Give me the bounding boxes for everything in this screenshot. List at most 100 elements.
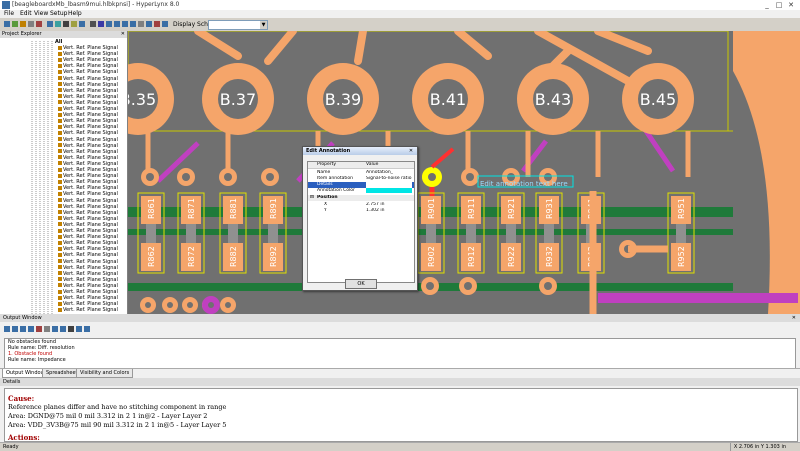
tree-item[interactable]: Vert. Ref. Plane Signal xyxy=(58,149,127,155)
dialog-close-icon[interactable]: ✕ xyxy=(407,147,415,155)
tree-item[interactable]: Vert. Ref. Plane Signal xyxy=(58,185,127,191)
display-scheme-select[interactable]: ▼ xyxy=(208,20,268,30)
tab-visibility-colors[interactable]: Visibility and Colors xyxy=(76,369,134,378)
output-tool-icon[interactable] xyxy=(4,326,10,332)
tree-item[interactable]: Vert. Ref. Plane Signal xyxy=(58,45,127,51)
tree-item[interactable]: Vert. Ref. Plane Signal xyxy=(58,265,127,271)
toolbar-tool-icon[interactable] xyxy=(20,21,26,27)
tree-item[interactable]: Vert. Ref. Plane Signal xyxy=(58,228,127,234)
tree-item[interactable]: Vert. Ref. Plane Signal xyxy=(58,295,127,301)
toolbar-tool-icon[interactable] xyxy=(114,21,120,27)
menu-file[interactable]: File xyxy=(4,10,14,18)
tree-item[interactable]: Vert. Ref. Plane Signal xyxy=(58,100,127,106)
output-tool-icon[interactable] xyxy=(36,326,42,332)
toolbar-tool-icon[interactable] xyxy=(106,21,112,27)
toolbar-tool-icon[interactable] xyxy=(90,21,96,27)
tree-item[interactable]: Vert. Ref. Plane Signal xyxy=(58,240,127,246)
tree-item[interactable]: Vert. Ref. Plane Signal xyxy=(58,252,127,258)
tree-item[interactable]: Vert. Ref. Plane Signal xyxy=(58,76,127,82)
tree-item[interactable]: Vert. Ref. Plane Signal xyxy=(58,222,127,228)
close-icon[interactable]: ✕ xyxy=(121,31,125,38)
tree-item[interactable]: Vert. Ref. Plane Signal xyxy=(58,63,127,69)
tree-item[interactable]: Vert. Ref. Plane Signal xyxy=(58,88,127,94)
tree-item[interactable]: Vert. Ref. Plane Signal xyxy=(58,69,127,75)
tree-item[interactable]: Vert. Ref. Plane Signal xyxy=(58,259,127,265)
tree-item[interactable]: Vert. Ref. Plane Signal xyxy=(58,173,127,179)
minimize-button[interactable]: _ xyxy=(762,1,772,9)
via-hole xyxy=(145,302,151,308)
pcb-drawing[interactable]: B.35 B.37 B.39 B.41 B.43 B.45 R861 R862 R871 R872… xyxy=(128,31,800,314)
collapse-icon[interactable]: ⊟ xyxy=(310,195,314,201)
maximize-button[interactable]: □ xyxy=(774,1,784,9)
tree-item[interactable]: Vert. Ref. Plane Signal xyxy=(58,82,127,88)
close-icon[interactable]: ✕ xyxy=(792,314,796,322)
toolbar-tool-icon[interactable] xyxy=(122,21,128,27)
grid-group-position[interactable]: ⊟ Position xyxy=(308,195,414,201)
tree-item[interactable]: Vert. Ref. Plane Signal xyxy=(58,301,127,307)
toolbar-tool-icon[interactable] xyxy=(55,21,61,27)
tree-item[interactable]: Vert. Ref. Plane Signal xyxy=(58,198,127,204)
toolbar-tool-icon[interactable] xyxy=(71,21,77,27)
toolbar-tool-icon[interactable] xyxy=(12,21,18,27)
output-tool-icon[interactable] xyxy=(44,326,50,332)
tree-item[interactable]: Vert. Ref. Plane Signal xyxy=(58,130,127,136)
toolbar-tool-icon[interactable] xyxy=(98,21,104,27)
tree-item[interactable]: Vert. Ref. Plane Signal xyxy=(58,234,127,240)
tree-item[interactable]: Vert. Ref. Plane Signal xyxy=(58,191,127,197)
tree-item[interactable]: Vert. Ref. Plane Signal xyxy=(58,179,127,185)
tree-item[interactable]: Vert. Ref. Plane Signal xyxy=(58,112,127,118)
output-tool-icon[interactable] xyxy=(28,326,34,332)
menu-view[interactable]: View xyxy=(34,10,48,18)
prop-value[interactable]: 1.302 in xyxy=(366,208,412,214)
menu-edit[interactable]: Edit xyxy=(20,10,32,18)
tree-item[interactable]: Vert. Ref. Plane Signal xyxy=(58,118,127,124)
close-button[interactable]: ✕ xyxy=(786,1,796,9)
tree-item[interactable]: Vert. Ref. Plane Signal xyxy=(58,246,127,252)
toolbar-tool-icon[interactable] xyxy=(28,21,34,27)
output-tool-icon[interactable] xyxy=(60,326,66,332)
tree-item[interactable]: Vert. Ref. Plane Signal xyxy=(58,204,127,210)
tree-item[interactable]: Vert. Ref. Plane Signal xyxy=(58,106,127,112)
tree-item[interactable]: Vert. Ref. Plane Signal xyxy=(58,307,127,313)
output-tool-icon[interactable] xyxy=(52,326,58,332)
tree-item[interactable]: Vert. Ref. Plane Signal xyxy=(58,210,127,216)
tree-item[interactable]: Vert. Ref. Plane Signal xyxy=(58,216,127,222)
grid-row-color[interactable]: Annotation Color xyxy=(308,188,414,194)
tree-item[interactable]: Vert. Ref. Plane Signal xyxy=(58,289,127,295)
tree-item[interactable]: Vert. Ref. Plane Signal xyxy=(58,277,127,283)
toolbar-tool-icon[interactable] xyxy=(79,21,85,27)
output-tool-icon[interactable] xyxy=(84,326,90,332)
toolbar-tool-icon[interactable] xyxy=(130,21,136,27)
tree-item[interactable]: Vert. Ref. Plane Signal xyxy=(58,57,127,63)
toolbar-tool-icon[interactable] xyxy=(36,21,42,27)
grid-row-y[interactable]: Y 1.302 in xyxy=(308,208,414,214)
toolbar-tool-icon[interactable] xyxy=(47,21,53,27)
output-tool-icon[interactable] xyxy=(68,326,74,332)
tree-item[interactable]: Vert. Ref. Plane Signal xyxy=(58,161,127,167)
toolbar-tool-icon[interactable] xyxy=(162,21,168,27)
color-swatch[interactable] xyxy=(366,188,412,193)
tree-item[interactable]: Vert. Ref. Plane Signal xyxy=(58,155,127,161)
ok-button[interactable]: OK xyxy=(345,279,377,289)
tree-item[interactable]: Vert. Ref. Plane Signal xyxy=(58,143,127,149)
toolbar-tool-icon[interactable] xyxy=(146,21,152,27)
output-tool-icon[interactable] xyxy=(12,326,18,332)
toolbar-tool-icon[interactable] xyxy=(138,21,144,27)
toolbar-tool-icon[interactable] xyxy=(4,21,10,27)
tree-item[interactable]: Vert. Ref. Plane Signal xyxy=(58,283,127,289)
toolbar-tool-icon[interactable] xyxy=(63,21,69,27)
tree-item[interactable]: Vert. Ref. Plane Signal xyxy=(58,94,127,100)
tree-item[interactable]: Vert. Ref. Plane Signal xyxy=(58,124,127,130)
annotation-text[interactable]: Edit annotation text here xyxy=(480,180,568,188)
menu-help[interactable]: Help xyxy=(68,10,82,18)
pcb-canvas[interactable]: B.35 B.37 B.39 B.41 B.43 B.45 R861 R862 R871 R872… xyxy=(128,31,800,314)
output-tool-icon[interactable] xyxy=(20,326,26,332)
tree-item[interactable]: Vert. Ref. Plane Signal xyxy=(58,271,127,277)
tree-item[interactable]: Vert. Ref. Plane Signal xyxy=(58,51,127,57)
project-explorer: Project Explorer ✕ All Vert. Ref. Plane … xyxy=(0,31,128,314)
tree-item[interactable]: Vert. Ref. Plane Signal xyxy=(58,167,127,173)
menu-setup[interactable]: Setup xyxy=(50,10,67,18)
toolbar-tool-icon[interactable] xyxy=(154,21,160,27)
tree-item[interactable]: Vert. Ref. Plane Signal xyxy=(58,137,127,143)
output-tool-icon[interactable] xyxy=(76,326,82,332)
